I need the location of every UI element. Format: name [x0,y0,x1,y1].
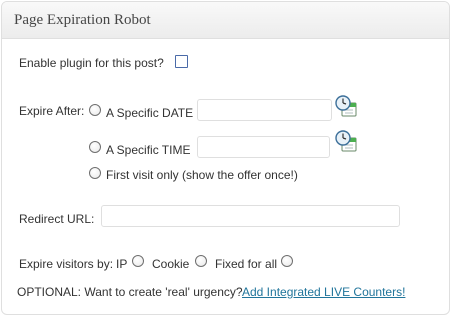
calendar-clock-icon[interactable] [334,94,358,118]
expire-date-label: A Specific DATE [106,106,194,120]
optional-urgency-text: OPTIONAL: Want to create 'real' urgency? [17,285,243,299]
expire-date-radio[interactable] [89,104,101,116]
expire-time-field[interactable] [197,136,330,158]
first-visit-radio[interactable] [89,167,101,179]
panel-title: Page Expiration Robot [14,12,151,28]
enable-plugin-checkbox[interactable] [175,55,188,68]
expire-date-field[interactable] [197,99,332,121]
add-live-counters-link[interactable]: Add Integrated LIVE Counters! [242,285,405,299]
expire-after-label: Expire After: [19,104,85,118]
page-expiration-panel: Page Expiration Robot Enable plugin for … [1,1,450,315]
expire-by-ip-label: IP [116,257,128,271]
expire-fixed-radio[interactable] [281,255,293,267]
panel-header: Page Expiration Robot [2,2,449,39]
expire-fixed-label: Fixed for all [215,257,278,271]
expire-time-label: A Specific TIME [106,143,191,157]
expire-time-radio[interactable] [89,141,101,153]
enable-plugin-label: Enable plugin for this post? [19,56,164,70]
expire-by-ip-radio[interactable] [132,255,144,267]
redirect-url-label: Redirect URL: [19,212,95,226]
first-visit-label: First visit only (show the offer once!) [106,168,298,182]
expire-by-cookie-label: Cookie [152,257,190,271]
expire-by-cookie-radio[interactable] [195,255,207,267]
calendar-clock-icon[interactable] [334,129,358,153]
redirect-url-field[interactable] [101,205,400,227]
expire-visitors-label: Expire visitors by: [19,257,114,271]
